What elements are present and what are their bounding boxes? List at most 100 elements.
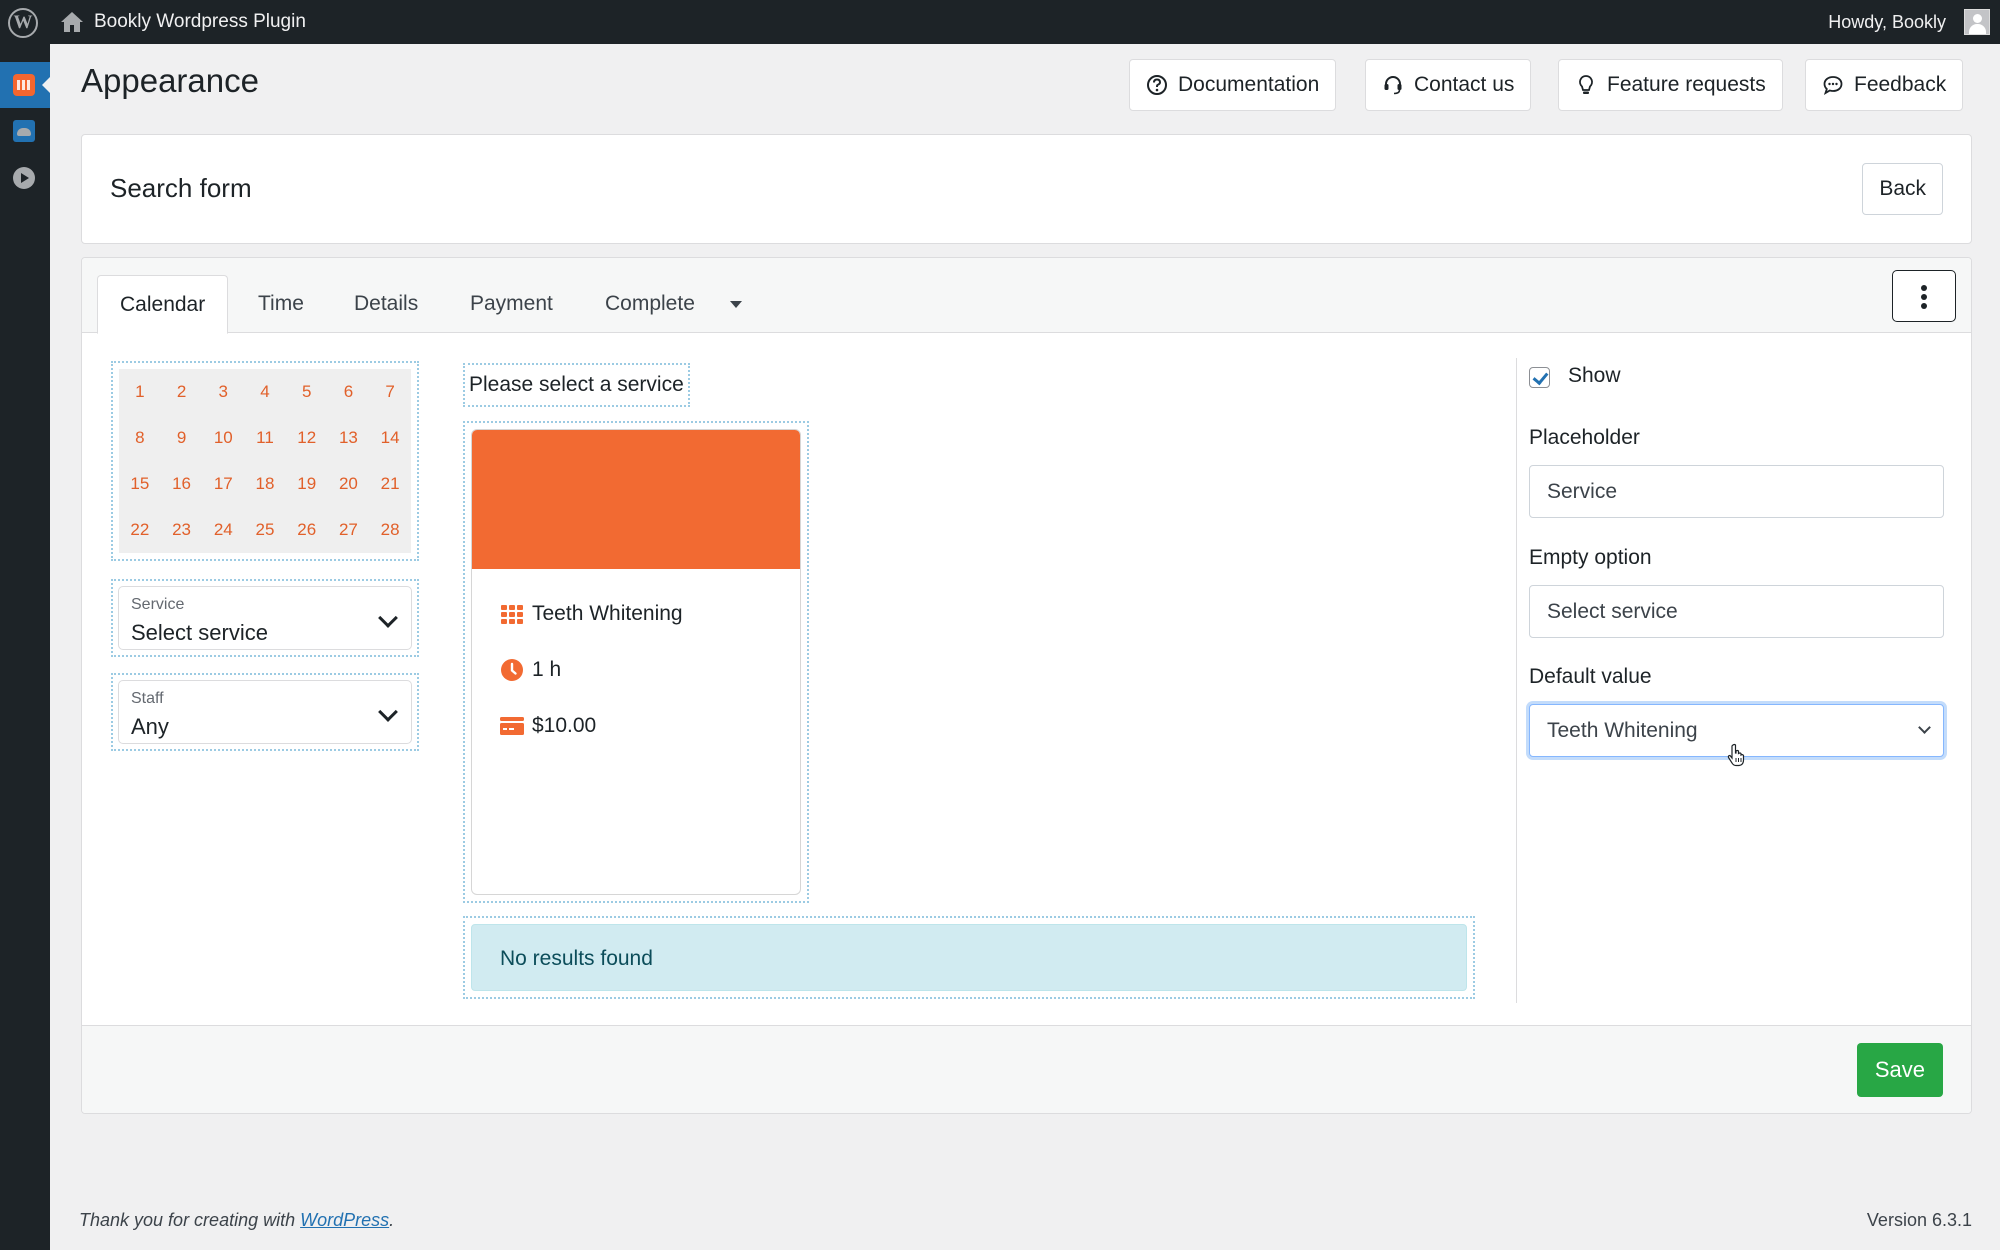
chevron-down-icon (1918, 721, 1931, 734)
calendar-grid: 1 2 3 4 5 6 7 8 9 10 11 12 13 14 15 16 17 18 19 20 21 22 23 24 2… (119, 369, 411, 553)
placeholder-input[interactable]: Service (1529, 465, 1944, 518)
calendar-day[interactable]: 13 (328, 428, 370, 448)
bookly-calendar-icon[interactable] (13, 74, 35, 96)
howdy-greeting[interactable]: Howdy, Bookly (1828, 0, 1946, 44)
chevron-down-icon (378, 608, 398, 628)
calendar-day[interactable]: 23 (161, 520, 203, 540)
feature-requests-label: Feature requests (1607, 73, 1766, 96)
calendar-day[interactable]: 16 (161, 474, 203, 494)
calendar-day[interactable]: 19 (286, 474, 328, 494)
page-title: Appearance (81, 62, 259, 99)
avatar[interactable] (1964, 9, 1990, 35)
calendar-day[interactable]: 12 (286, 428, 328, 448)
wordpress-link[interactable]: WordPress (300, 1210, 389, 1230)
kebab-dot (1921, 285, 1927, 291)
clock-icon (501, 659, 523, 681)
wordpress-logo-icon[interactable]: W (8, 8, 38, 38)
footer-thanks-suffix: . (389, 1210, 395, 1230)
admin-sidebar (0, 44, 50, 1250)
service-card-block[interactable]: Teeth Whitening 1 h $10.00 (463, 421, 809, 903)
documentation-label: Documentation (1178, 73, 1320, 96)
feedback-button[interactable]: Feedback (1805, 59, 1964, 111)
calendar-day[interactable]: 7 (369, 382, 411, 402)
tab-calendar[interactable]: Calendar (97, 275, 229, 334)
staff-filter-block[interactable]: Staff Any (111, 673, 419, 751)
default-value-text: Teeth Whitening (1547, 719, 1698, 742)
calendar-day[interactable]: 1 (119, 382, 161, 402)
calendar-day[interactable]: 24 (202, 520, 244, 540)
placeholder-label: Placeholder (1529, 426, 1640, 449)
calendar-day[interactable]: 17 (202, 474, 244, 494)
kebab-dot (1921, 294, 1927, 300)
service-duration: 1 h (532, 658, 562, 681)
lightbulb-icon (1579, 75, 1593, 94)
service-filter-block[interactable]: Service Select service (111, 579, 419, 657)
calendar-day[interactable]: 11 (244, 428, 286, 448)
feature-requests-button[interactable]: Feature requests (1558, 59, 1783, 111)
documentation-button[interactable]: Documentation (1129, 59, 1337, 111)
back-button[interactable]: Back (1862, 163, 1943, 215)
search-form-card: Search form Back (81, 134, 1972, 244)
play-icon[interactable] (13, 167, 35, 189)
default-value-label: Default value (1529, 665, 1652, 688)
calendar-day[interactable]: 8 (119, 428, 161, 448)
service-name: Teeth Whitening (532, 602, 683, 625)
calendar-day[interactable]: 3 (202, 382, 244, 402)
no-results-block[interactable]: No results found (463, 916, 1475, 999)
site-name-link[interactable]: Bookly Wordpress Plugin (94, 0, 306, 44)
empty-option-label: Empty option (1529, 546, 1652, 569)
calendar-day[interactable]: 6 (328, 382, 370, 402)
calendar-day[interactable]: 2 (161, 382, 203, 402)
headset-icon (1384, 76, 1402, 95)
calendar-day[interactable]: 9 (161, 428, 203, 448)
empty-option-input[interactable]: Select service (1529, 585, 1944, 638)
calendar-day[interactable]: 14 (369, 428, 411, 448)
chat-bubble-icon (1823, 76, 1843, 95)
tab-details[interactable]: Details (354, 275, 418, 333)
contact-us-button[interactable]: Contact us (1365, 59, 1532, 111)
calendar-day[interactable]: 21 (369, 474, 411, 494)
calendar-day[interactable]: 27 (328, 520, 370, 540)
admin-bar: W Bookly Wordpress Plugin Howdy, Bookly (0, 0, 2000, 44)
calendar-day[interactable]: 22 (119, 520, 161, 540)
calendar-day[interactable]: 4 (244, 382, 286, 402)
calendar-day[interactable]: 28 (369, 520, 411, 540)
step-tabs: Calendar Time Details Payment Complete (82, 258, 1971, 334)
chevron-down-icon (378, 702, 398, 722)
service-name-row: Teeth Whitening (500, 602, 683, 626)
tab-complete[interactable]: Complete (605, 275, 695, 333)
settings-divider (1516, 358, 1517, 1003)
question-circle-icon (1147, 75, 1167, 95)
card-footer: Save (82, 1025, 1971, 1113)
tab-time[interactable]: Time (258, 275, 304, 333)
staff-select[interactable]: Staff Any (118, 680, 412, 744)
tabs-dropdown-caret-icon[interactable] (730, 301, 742, 308)
tab-payment[interactable]: Payment (470, 275, 553, 333)
home-icon[interactable] (60, 11, 84, 33)
calendar-day[interactable]: 18 (244, 474, 286, 494)
calendar-day[interactable]: 25 (244, 520, 286, 540)
service-card[interactable]: Teeth Whitening 1 h $10.00 (471, 429, 801, 895)
staff-select-value: Any (131, 714, 169, 739)
save-button[interactable]: Save (1856, 1043, 1943, 1097)
calendar-day[interactable]: 15 (119, 474, 161, 494)
more-options-button[interactable] (1892, 270, 1956, 322)
calendar-day[interactable]: 5 (286, 382, 328, 402)
calendar-block[interactable]: 1 2 3 4 5 6 7 8 9 10 11 12 13 14 15 16 17 18 19 20 21 22 23 24 2… (111, 361, 419, 561)
cloud-icon[interactable] (13, 120, 35, 142)
staff-select-label: Staff (131, 690, 164, 707)
show-checkbox[interactable] (1529, 367, 1550, 388)
footer-thanks-prefix: Thank you for creating with (79, 1210, 301, 1230)
show-checkbox-label[interactable]: Show (1568, 364, 1621, 388)
contact-us-label: Contact us (1414, 73, 1515, 96)
select-service-prompt[interactable]: Please select a service (463, 363, 690, 407)
calendar-day[interactable]: 26 (286, 520, 328, 540)
service-price: $10.00 (532, 714, 597, 737)
wp-version: Version 6.3.1 (1866, 1210, 1972, 1230)
kebab-dot (1921, 303, 1927, 309)
calendar-day[interactable]: 10 (202, 428, 244, 448)
service-select[interactable]: Service Select service (118, 586, 412, 650)
service-price-row: $10.00 (500, 714, 596, 738)
calendar-day[interactable]: 20 (328, 474, 370, 494)
feedback-label: Feedback (1854, 73, 1947, 96)
